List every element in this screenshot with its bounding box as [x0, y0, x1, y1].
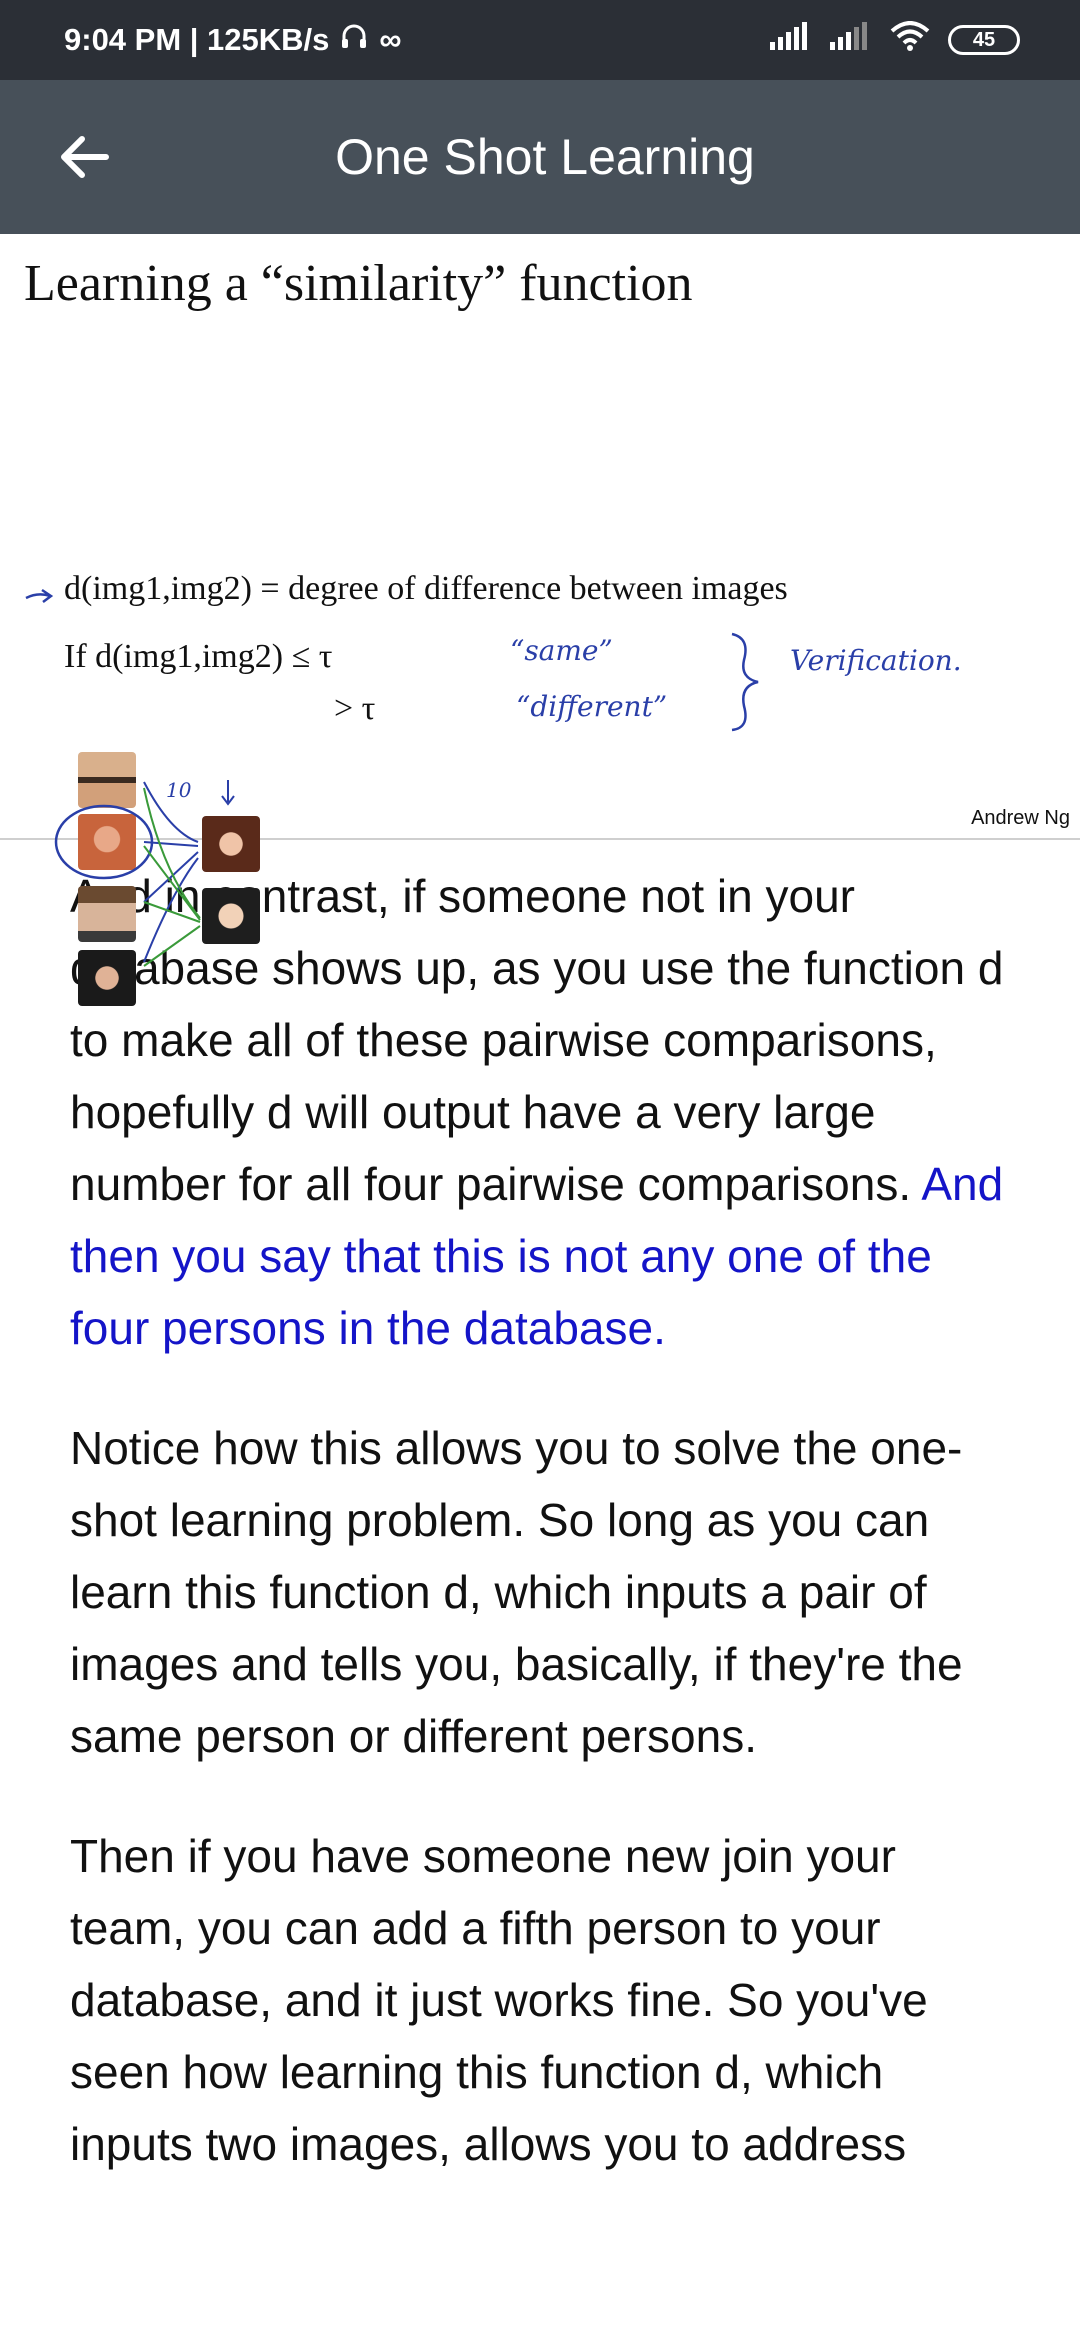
battery-icon: 45 — [948, 25, 1020, 55]
slide-threshold-line: If d(img1,img2) ≤ τ — [64, 638, 333, 675]
annotation-same: “same” — [510, 634, 613, 667]
handwritten-arrow-icon — [25, 588, 54, 603]
annotation-verification: Verification. — [790, 644, 962, 677]
brace-icon — [731, 632, 759, 732]
annotation-different: “different” — [516, 690, 668, 723]
arrow-left-icon — [61, 136, 109, 178]
app-bar: One Shot Learning — [0, 80, 1080, 234]
slide-greater-line: > τ — [334, 690, 376, 727]
headphones-icon — [339, 21, 369, 59]
status-right: 45 — [770, 21, 1020, 59]
signal-icon — [770, 22, 812, 58]
transcript-paragraph-3[interactable]: Then if you have someone new join your t… — [70, 1820, 1010, 2180]
status-left: 9:04 PM | 125KB/s ∞ — [64, 21, 402, 59]
slide-title: Learning a “similarity” function — [24, 255, 693, 312]
status-time-speed: 9:04 PM | 125KB/s — [64, 22, 330, 57]
status-bar: 9:04 PM | 125KB/s ∞ 45 — [0, 0, 1080, 80]
transcript: And in contrast, if someone not in your … — [0, 840, 1080, 2180]
infinity-icon: ∞ — [379, 22, 402, 57]
comparison-arrows-icon — [54, 780, 235, 967]
signal-icon-2 — [830, 22, 872, 58]
annotation-ten: 10 — [166, 778, 192, 802]
back-button[interactable] — [44, 117, 124, 197]
lecture-slide: Learning a “similarity” function d(img1,… — [0, 234, 1080, 1006]
slide-credit: Andrew Ng — [971, 807, 1070, 829]
page-title: One Shot Learning — [335, 129, 755, 185]
transcript-paragraph-2[interactable]: Notice how this allows you to solve the … — [70, 1412, 1010, 1772]
wifi-icon — [890, 21, 930, 59]
slide-definition-line: d(img1,img2) = degree of difference betw… — [64, 570, 788, 607]
